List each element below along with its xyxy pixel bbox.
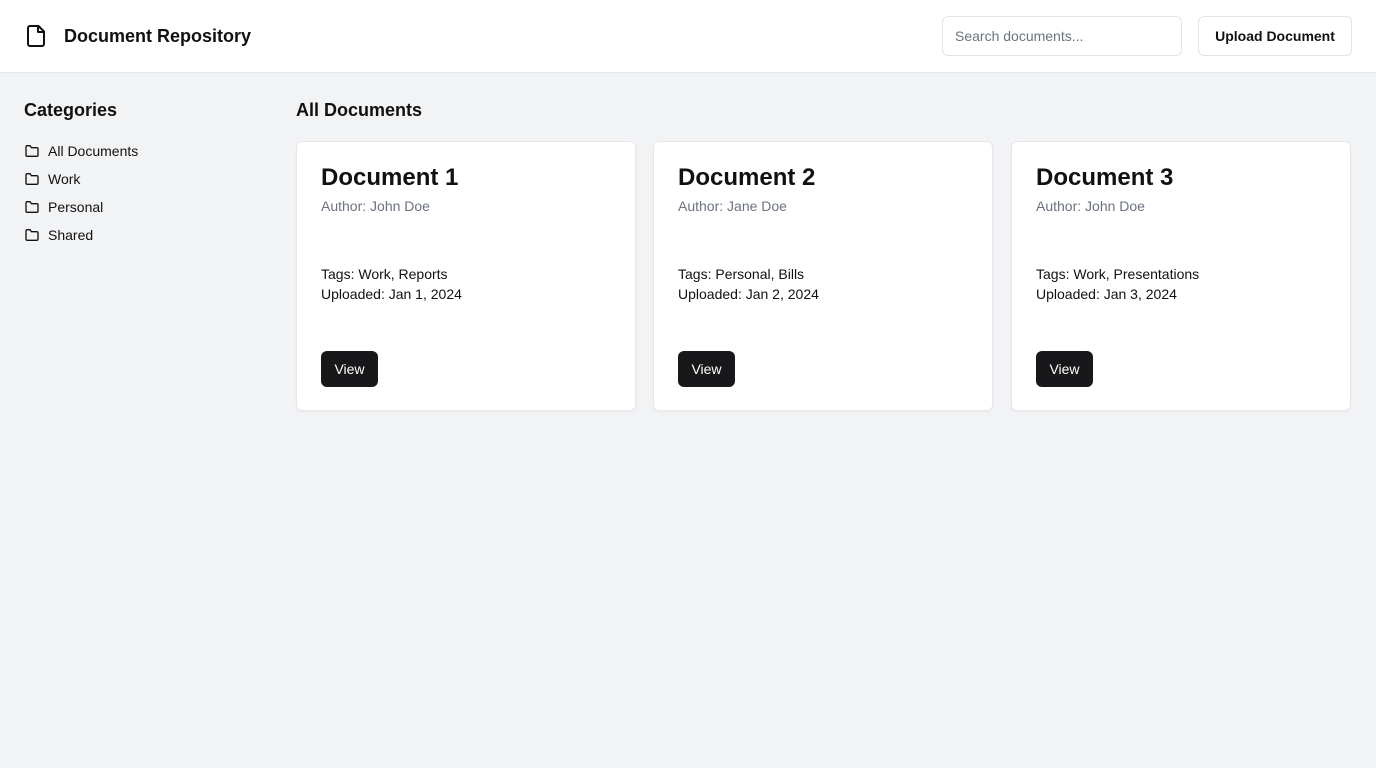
sidebar-item-shared[interactable]: Shared [24,221,264,249]
folder-icon [25,229,39,241]
document-author: Author: John Doe [321,198,430,214]
document-card: Document 2 Author: Jane Doe Tags: Person… [653,141,993,411]
document-title: Document 2 [678,164,816,191]
sidebar-item-label: Shared [48,227,94,243]
category-list: All Documents Work Personal Shared [24,137,264,249]
view-button[interactable]: View [321,351,378,387]
folder-icon [25,145,39,157]
search-input[interactable] [942,16,1182,56]
sidebar-item-label: All Documents [48,143,139,159]
app-title: Document Repository [64,26,252,46]
sidebar-item-label: Personal [48,199,104,215]
document-tags: Tags: Work, Presentations [1036,266,1200,282]
sidebar-item-work[interactable]: Work [24,165,264,193]
folder-icon [25,173,39,185]
document-author: Author: Jane Doe [678,198,787,214]
app-header: Document Repository Upload Document [0,0,1376,73]
view-button[interactable]: View [1036,351,1093,387]
document-upload-date: Uploaded: Jan 1, 2024 [321,286,462,302]
document-upload-date: Uploaded: Jan 3, 2024 [1036,286,1177,302]
document-tags: Tags: Work, Reports [321,266,448,282]
categories-sidebar: Categories All Documents Work Personal S… [24,97,264,249]
sidebar-item-personal[interactable]: Personal [24,193,264,221]
page-title: All Documents [296,100,423,120]
document-tags: Tags: Personal, Bills [678,266,805,282]
view-button[interactable]: View [678,351,735,387]
folder-icon [25,201,39,213]
document-title: Document 1 [321,164,459,191]
sidebar-title: Categories [24,100,118,120]
document-author: Author: John Doe [1036,198,1145,214]
sidebar-item-label: Work [48,171,81,187]
document-card: Document 1 Author: John Doe Tags: Work, … [296,141,636,411]
document-card: Document 3 Author: John Doe Tags: Work, … [1011,141,1351,411]
file-icon [27,25,45,47]
upload-document-button[interactable]: Upload Document [1198,16,1352,56]
document-title: Document 3 [1036,164,1174,191]
document-upload-date: Uploaded: Jan 2, 2024 [678,286,819,302]
sidebar-item-all-documents[interactable]: All Documents [24,137,264,165]
